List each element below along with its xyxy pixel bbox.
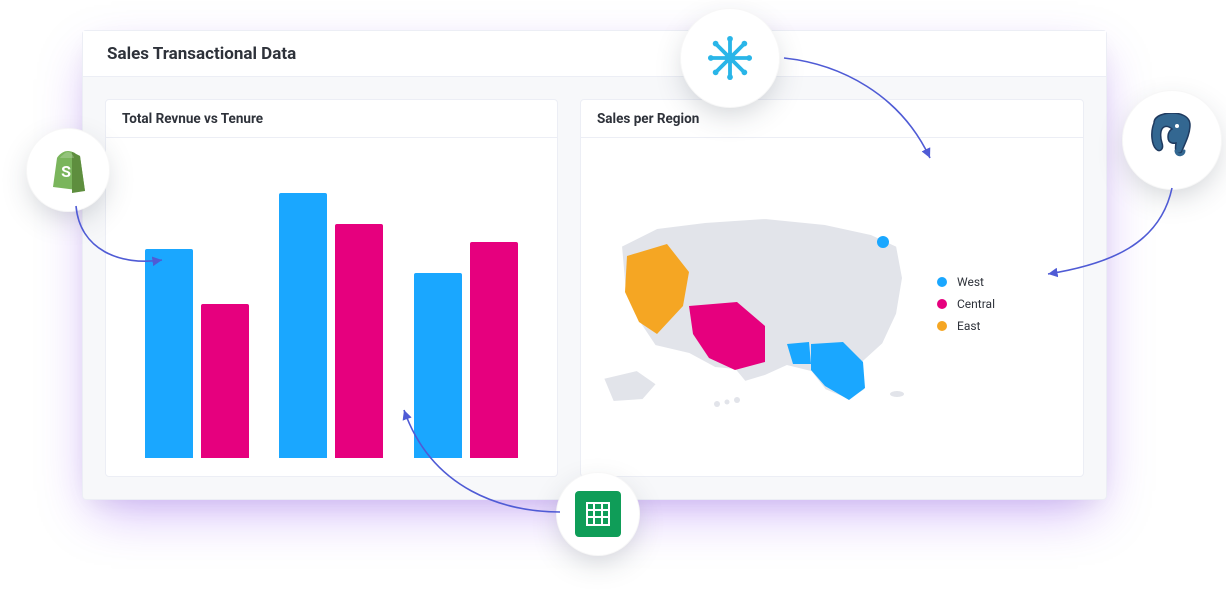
panel-title: Total Revnue vs Tenure (106, 100, 557, 138)
us-map (597, 194, 937, 414)
snowflake-icon (680, 8, 780, 108)
bar (145, 249, 193, 458)
google-sheets-icon (556, 472, 640, 556)
legend-dot (937, 321, 947, 331)
bar (414, 273, 462, 458)
bar-group (414, 150, 518, 458)
svg-text:S: S (61, 162, 71, 181)
dashboard: Sales Transactional Data Total Revnue vs… (82, 30, 1107, 500)
panel-revenue-vs-tenure: Total Revnue vs Tenure (105, 99, 558, 477)
legend-dot (937, 299, 947, 309)
postgresql-icon (1122, 90, 1222, 190)
bar (279, 193, 327, 458)
panel-sales-per-region: Sales per Region (580, 99, 1084, 477)
shopify-icon: S (26, 128, 110, 212)
map-chart: West Central East (581, 138, 1083, 476)
dashboard-title-bar: Sales Transactional Data (83, 31, 1106, 77)
bar-group (145, 150, 249, 458)
bar (470, 242, 518, 458)
legend-item: West (937, 275, 1067, 289)
bar (335, 224, 383, 458)
bar-chart (106, 138, 557, 476)
legend-item: Central (937, 297, 1067, 311)
map-legend: West Central East (937, 267, 1067, 341)
bar (201, 304, 249, 458)
dashboard-title: Sales Transactional Data (107, 44, 296, 64)
legend-item: East (937, 319, 1067, 333)
legend-dot (937, 277, 947, 287)
legend-label: East (957, 319, 980, 333)
panel-title: Sales per Region (581, 100, 1083, 138)
legend-label: West (957, 275, 984, 289)
bar-group (279, 150, 383, 458)
legend-label: Central (957, 297, 995, 311)
dashboard-panels: Total Revnue vs Tenure Sales per Region (83, 77, 1106, 499)
